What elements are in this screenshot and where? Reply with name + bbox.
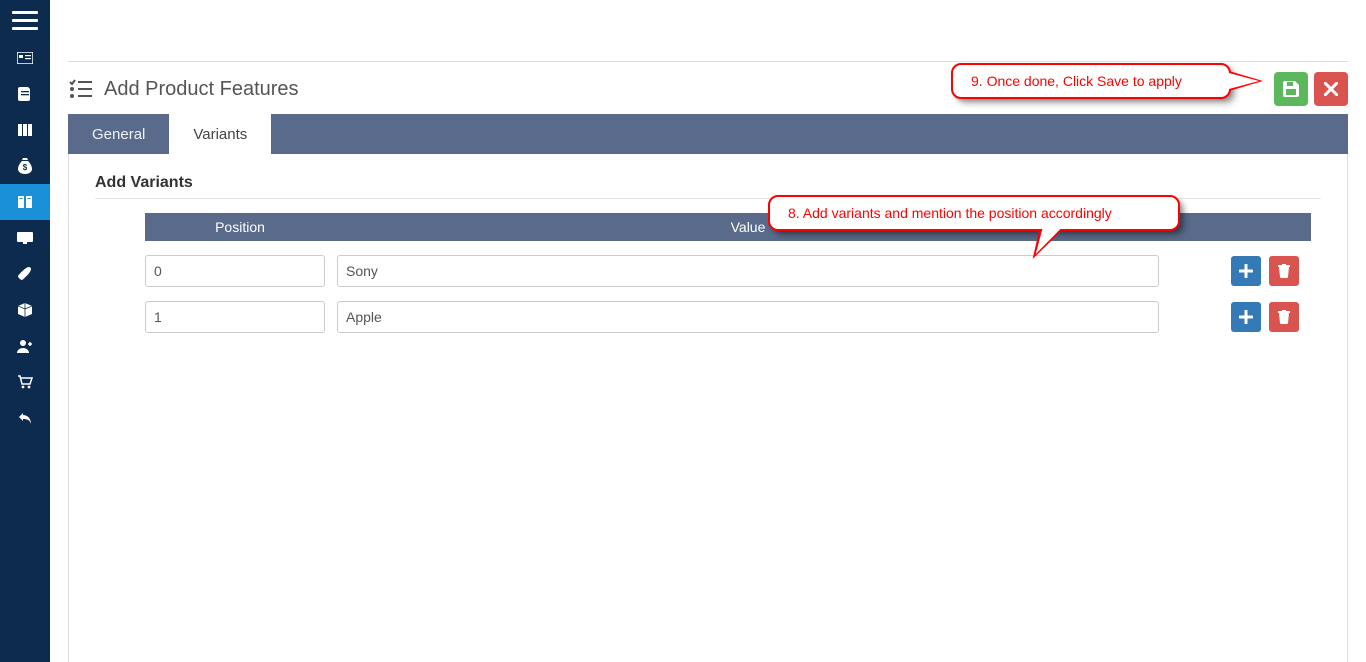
trash-icon bbox=[1278, 310, 1290, 324]
sidebar-item-card[interactable] bbox=[0, 40, 50, 76]
sidebar-item-columns[interactable] bbox=[0, 112, 50, 148]
position-input[interactable] bbox=[145, 301, 325, 333]
hamburger-menu-button[interactable] bbox=[0, 0, 50, 40]
variant-row bbox=[145, 301, 1311, 333]
cancel-button[interactable] bbox=[1314, 72, 1348, 106]
sidebar-item-catalog[interactable] bbox=[0, 184, 50, 220]
catalog-icon bbox=[17, 195, 33, 209]
monitor-icon bbox=[17, 232, 33, 244]
annotation-text: 9. Once done, Click Save to apply bbox=[971, 73, 1182, 89]
brush-icon bbox=[17, 267, 33, 281]
save-button[interactable] bbox=[1274, 72, 1308, 106]
checklist-icon bbox=[68, 78, 94, 100]
sidebar-item-cart[interactable] bbox=[0, 364, 50, 400]
sidebar-item-undo[interactable] bbox=[0, 400, 50, 436]
tab-variants[interactable]: Variants bbox=[169, 114, 271, 154]
sidebar-item-user[interactable] bbox=[0, 328, 50, 364]
tab-label: Variants bbox=[193, 126, 247, 143]
page-title: Add Product Features bbox=[104, 78, 299, 101]
add-row-button[interactable] bbox=[1231, 302, 1261, 332]
row-actions bbox=[1171, 256, 1311, 286]
svg-text:$: $ bbox=[23, 163, 28, 172]
delete-row-button[interactable] bbox=[1269, 256, 1299, 286]
sidebar-item-note[interactable] bbox=[0, 76, 50, 112]
sidebar-item-money[interactable]: $ bbox=[0, 148, 50, 184]
note-icon bbox=[18, 87, 32, 101]
close-icon bbox=[1324, 82, 1338, 96]
position-input[interactable] bbox=[145, 255, 325, 287]
add-row-button[interactable] bbox=[1231, 256, 1261, 286]
plus-icon bbox=[1239, 310, 1253, 324]
plus-icon bbox=[1239, 264, 1253, 278]
variants-table: Position Value bbox=[145, 213, 1311, 333]
box-icon bbox=[18, 303, 32, 317]
trash-icon bbox=[1278, 264, 1290, 278]
section-title: Add Variants bbox=[95, 174, 1321, 192]
annotation-text: 8. Add variants and mention the position… bbox=[788, 205, 1112, 221]
annotation-callout-save: 9. Once done, Click Save to apply bbox=[951, 63, 1231, 99]
variant-row bbox=[145, 255, 1311, 287]
money-bag-icon: $ bbox=[18, 158, 32, 174]
sidebar-item-brush[interactable] bbox=[0, 256, 50, 292]
tab-label: General bbox=[92, 126, 145, 143]
header-position: Position bbox=[145, 219, 335, 235]
annotation-callout-variants: 8. Add variants and mention the position… bbox=[768, 195, 1180, 231]
tab-general[interactable]: General bbox=[68, 114, 169, 154]
tabs-bar: General Variants bbox=[68, 114, 1348, 154]
undo-icon bbox=[18, 412, 32, 424]
sidebar-item-box[interactable] bbox=[0, 292, 50, 328]
columns-icon bbox=[18, 124, 32, 136]
delete-row-button[interactable] bbox=[1269, 302, 1299, 332]
save-icon bbox=[1283, 81, 1299, 97]
cart-icon bbox=[17, 375, 33, 389]
sidebar-item-screen[interactable] bbox=[0, 220, 50, 256]
row-actions bbox=[1171, 302, 1311, 332]
page-title-wrap: Add Product Features bbox=[68, 78, 299, 101]
sidebar: $ bbox=[0, 0, 50, 662]
header-actions bbox=[1274, 72, 1348, 106]
value-input[interactable] bbox=[337, 255, 1159, 287]
id-card-icon bbox=[17, 52, 33, 64]
top-banner-area bbox=[68, 0, 1348, 62]
user-plus-icon bbox=[17, 339, 33, 353]
value-input[interactable] bbox=[337, 301, 1159, 333]
callout-arrow-icon bbox=[1229, 71, 1263, 91]
main-content: Add Product Features General Variants Ad… bbox=[50, 0, 1366, 662]
